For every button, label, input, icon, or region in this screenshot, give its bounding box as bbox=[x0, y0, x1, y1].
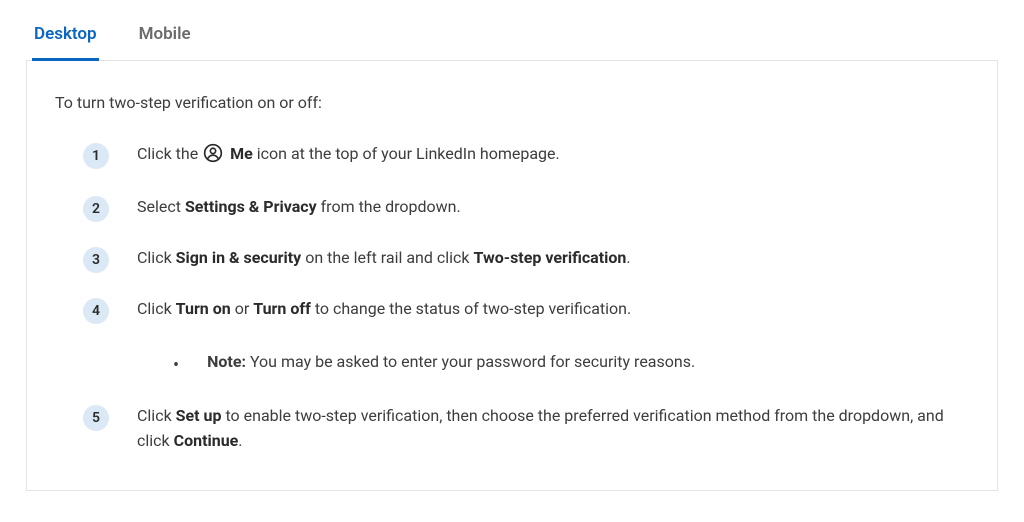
steps-list: 1 Click the Me icon at the top of your Li… bbox=[55, 142, 969, 454]
bold-text: Sign in & security bbox=[176, 248, 302, 267]
step-text: Click Set up to enable two-step verifica… bbox=[137, 404, 969, 454]
bold-text: Two-step verification bbox=[473, 248, 626, 267]
intro-text: To turn two-step verification on or off: bbox=[55, 93, 969, 112]
platform-tabs: Desktop Mobile bbox=[26, 14, 998, 61]
tab-mobile[interactable]: Mobile bbox=[137, 14, 193, 61]
step-text: Select Settings & Privacy from the dropd… bbox=[137, 195, 969, 220]
step-item: 1 Click the Me icon at the top of your Li… bbox=[83, 142, 969, 171]
bold-text: Continue bbox=[174, 431, 239, 450]
bold-text: Set up bbox=[176, 406, 222, 425]
note-label: Note: bbox=[207, 352, 246, 371]
step-note: • Note: You may be asked to enter your pa… bbox=[173, 352, 969, 377]
me-icon bbox=[203, 143, 223, 171]
step-number: 3 bbox=[83, 247, 109, 273]
step-item: 5 Click Set up to enable two-step verific… bbox=[83, 404, 969, 454]
instructions-panel: To turn two-step verification on or off:… bbox=[26, 60, 998, 491]
bold-text: Settings & Privacy bbox=[185, 197, 317, 216]
note-text: Note: You may be asked to enter your pas… bbox=[207, 352, 695, 371]
bullet-icon: • bbox=[173, 355, 179, 377]
step-number: 2 bbox=[83, 196, 109, 222]
step-text: Click the Me icon at the top of your Lin… bbox=[137, 142, 969, 171]
bold-text: Turn on bbox=[176, 299, 231, 318]
step-item: 3 Click Sign in & security on the left ra… bbox=[83, 246, 969, 273]
step-text: Click Turn on or Turn off to change the … bbox=[137, 297, 969, 322]
step-number: 5 bbox=[83, 405, 109, 431]
step-number: 1 bbox=[83, 143, 109, 169]
bold-text: Me bbox=[230, 144, 253, 163]
bold-text: Turn off bbox=[253, 299, 311, 318]
step-text: Click Sign in & security on the left rai… bbox=[137, 246, 969, 271]
tab-desktop[interactable]: Desktop bbox=[32, 14, 99, 61]
help-article: Desktop Mobile To turn two-step verifica… bbox=[0, 0, 1024, 521]
step-number: 4 bbox=[83, 298, 109, 324]
step-item: 2 Select Settings & Privacy from the drop… bbox=[83, 195, 969, 222]
step-item: 4 Click Turn on or Turn off to change the… bbox=[83, 297, 969, 324]
